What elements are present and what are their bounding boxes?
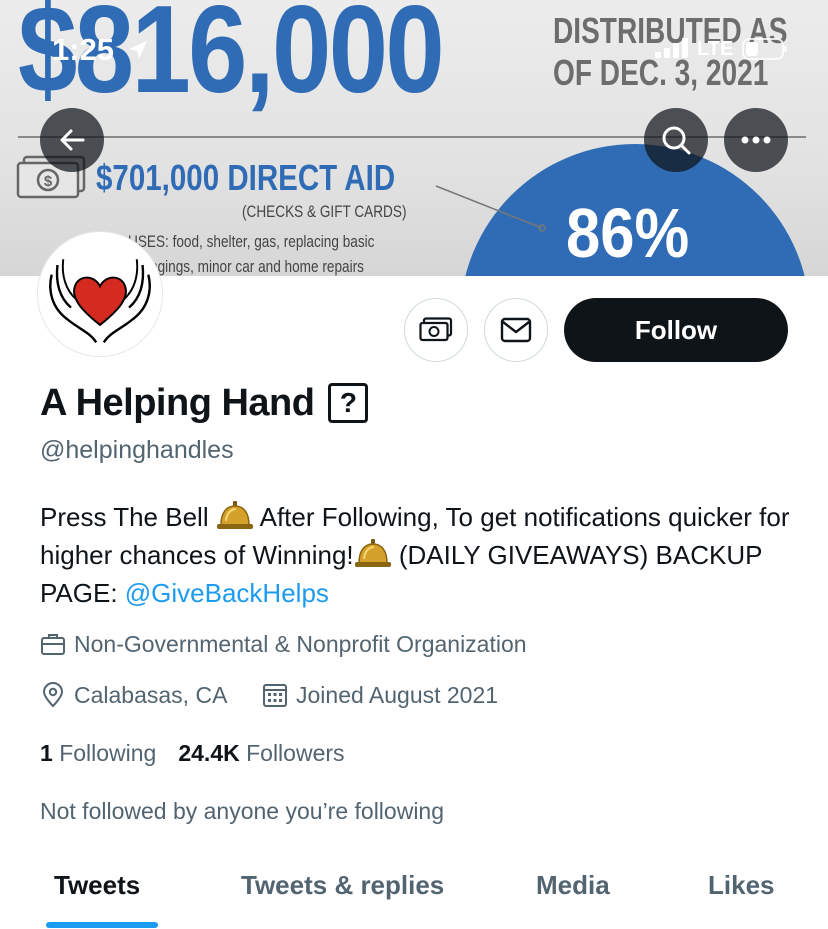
follow-stats: 1 Following 24.4K Followers: [40, 738, 367, 768]
status-time: 1:25: [52, 32, 115, 67]
bell-icon: [216, 501, 253, 529]
money-icon: [419, 317, 453, 342]
followed-by-note: Not followed by anyone you’re following: [40, 798, 445, 824]
location-arrow-icon: [129, 41, 147, 59]
following-label: Following: [59, 740, 157, 766]
bio-text-1: Press The Bell: [40, 502, 216, 532]
calendar-icon: [263, 684, 287, 707]
name-badge: ?: [328, 383, 369, 423]
profile-tabs: Tweets Tweets & replies Media Likes: [0, 860, 828, 929]
tab-media[interactable]: Media: [536, 868, 610, 902]
bell-icon: [354, 539, 391, 567]
profile-bio: Press The Bell After Following, To get n…: [40, 498, 800, 612]
tab-likes[interactable]: Likes: [708, 868, 775, 902]
banner-percent: 86%: [566, 194, 690, 272]
network-type: LTE: [697, 38, 734, 60]
heart-hands-icon: [49, 259, 151, 344]
more-options-button[interactable]: [724, 108, 788, 172]
battery-icon: [742, 38, 787, 60]
avatar[interactable]: [38, 232, 162, 356]
followers-link[interactable]: 24.4K Followers: [178, 738, 344, 768]
tip-button[interactable]: [404, 298, 468, 362]
bio-mention-link[interactable]: @GiveBackHelps: [125, 578, 329, 608]
following-count: 1: [40, 740, 53, 766]
active-tab-indicator: [46, 922, 158, 928]
display-name: A Helping Hand: [40, 382, 315, 424]
search-button[interactable]: [644, 108, 708, 172]
following-link[interactable]: 1 Following: [40, 738, 156, 768]
profile-location: Calabasas, CA: [40, 680, 227, 710]
tab-tweets-and-replies[interactable]: Tweets & replies: [241, 868, 444, 902]
cell-signal-icon: [655, 38, 688, 58]
profile-category: Non-Governmental & Nonprofit Organizatio…: [40, 629, 527, 659]
back-button[interactable]: [40, 108, 104, 172]
location-text: Calabasas, CA: [74, 682, 228, 708]
search-icon: [662, 126, 691, 155]
message-button[interactable]: [484, 298, 548, 362]
joined-text: Joined August 2021: [296, 682, 499, 708]
arrow-left-icon: [60, 129, 85, 151]
follow-button[interactable]: Follow: [564, 298, 788, 362]
category-text: Non-Governmental & Nonprofit Organizatio…: [74, 631, 527, 657]
more-dots-icon: [741, 136, 771, 144]
followers-label: Followers: [246, 740, 345, 766]
profile-joined: Joined August 2021: [262, 680, 498, 710]
display-name-row: A Helping Hand ?: [40, 380, 369, 426]
tab-tweets[interactable]: Tweets: [54, 868, 140, 902]
location-pin-icon: [42, 682, 64, 708]
briefcase-icon: [41, 634, 65, 655]
followers-count: 24.4K: [178, 740, 240, 766]
envelope-icon: [500, 317, 532, 343]
user-handle: @helpinghandles: [40, 436, 234, 464]
